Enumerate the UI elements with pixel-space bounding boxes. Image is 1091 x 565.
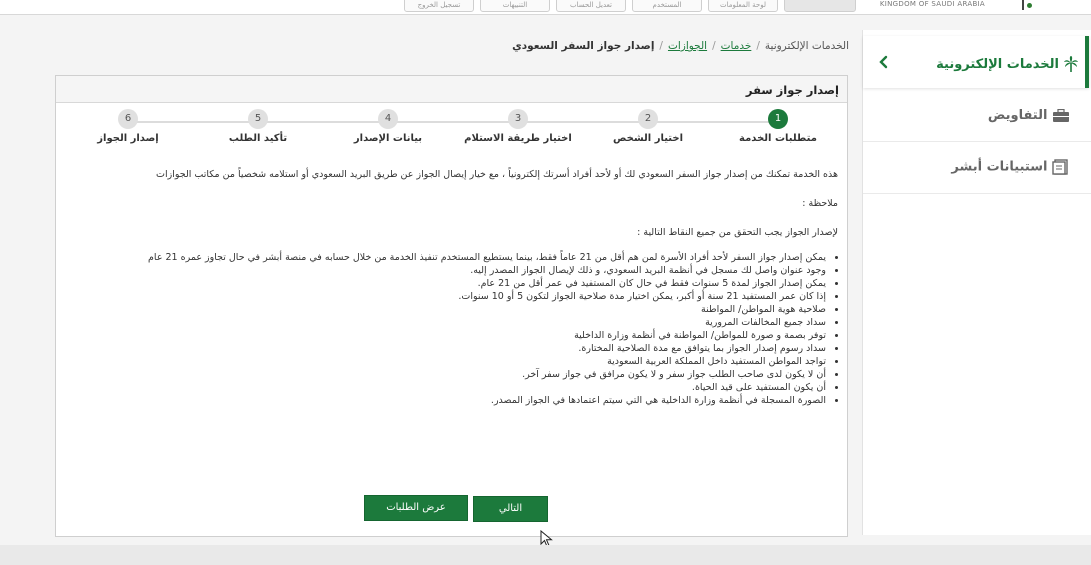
sidebar-title: الخدمات الإلكترونية [936,57,1059,72]
step-label: اختيار طريقة الاستلام [464,133,572,144]
note-label: ملاحظة : [802,198,838,209]
sidebar-item-delegations[interactable]: التفاويض [988,108,1074,128]
intro-text: هذه الخدمة تمكنك من إصدار جواز السفر الس… [156,169,838,180]
requirements-label: لإصدار الجواز يجب التحقق من جميع النقاط … [637,227,838,238]
list-item: سداد رسوم إصدار الجواز بما يتوافق مع مدة… [78,342,826,355]
sidebar: الخدمات الإلكترونية التفاويض استبيانات أ… [862,30,1091,535]
list-item: أن لا يكون لدى صاحب الطلب جواز سفر و لا … [78,368,826,381]
step-number: 4 [378,109,398,129]
notifications-button[interactable]: التنبيهات [480,0,550,12]
step-1: 1 متطلبات الخدمة [718,109,838,144]
step-number: 6 [118,109,138,129]
sidebar-divider [863,141,1091,142]
highlight-button[interactable] [784,0,856,12]
list-item: يمكن إصدار جواز السفر لأحد أفراد الأسرة … [78,251,826,264]
dashboard-button[interactable]: لوحة المعلومات [708,0,778,12]
sidebar-item-surveys[interactable]: استبيانات أبشر [951,159,1074,179]
service-panel: إصدار جواز سفر 1 متطلبات الخدمة 2 اختيار… [55,75,848,537]
step-label: اختيار الشخص [613,133,683,144]
list-item: سداد جميع المخالفات المرورية [78,316,826,329]
list-item: تواجد المواطن المستفيد داخل المملكة العر… [78,355,826,368]
list-item: الصورة المسجلة في أنظمة وزارة الداخلية ه… [78,394,826,407]
top-bar: تسجيل الخروج التنبيهات تعديل الحساب المس… [0,0,1091,15]
briefcase-icon [1053,108,1069,122]
sidebar-item-eservices[interactable]: الخدمات الإلكترونية [863,36,1089,88]
breadcrumb-item-services[interactable]: خدمات [721,40,752,52]
breadcrumb-separator: / [712,40,716,52]
sidebar-divider [863,193,1091,194]
list-item: إذا كان عمر المستفيد 21 سنة أو أكبر، يمك… [78,290,826,303]
sidebar-item-label: التفاويض [987,108,1048,123]
step-number: 3 [508,109,528,129]
list-item: أن يكون المستفيد على قيد الحياة. [78,381,826,394]
step-label: متطلبات الخدمة [739,133,817,144]
palm-logo-icon [1064,56,1078,72]
edit-account-button[interactable]: تعديل الحساب [556,0,626,12]
logout-button[interactable]: تسجيل الخروج [404,0,474,12]
next-button[interactable]: التالي [473,496,548,522]
list-item: صلاحية هوية المواطن/ المواطنة [78,303,826,316]
survey-icon [1052,159,1068,175]
step-2: 2 اختيار الشخص [588,109,708,144]
list-item: وجود عنوان واصل لك مسجل في أنظمة البريد … [78,264,826,277]
step-label: إصدار الجواز [97,133,159,144]
step-6: 6 إصدار الجواز [68,109,188,144]
requirements-list: يمكن إصدار جواز السفر لأحد أفراد الأسرة … [78,251,838,407]
step-4: 4 بيانات الإصدار [328,109,448,144]
step-label: بيانات الإصدار [353,133,423,144]
step-number: 2 [638,109,658,129]
step-number: 5 [248,109,268,129]
header-divider [1022,0,1024,10]
stepper: 1 متطلبات الخدمة 2 اختيار الشخص 3 اختيار… [68,109,838,154]
breadcrumb-item-passports[interactable]: الجوازات [668,40,707,52]
breadcrumb-separator: / [756,40,760,52]
kingdom-text: KINGDOM OF SAUDI ARABIA [879,0,985,8]
logo-dot-icon [1027,3,1032,8]
step-5: 5 تأكيد الطلب [198,109,318,144]
step-number: 1 [768,109,788,129]
step-3: 3 اختيار طريقة الاستلام [458,109,578,144]
breadcrumb-item-eservices[interactable]: الخدمات الإلكترونية [765,40,849,52]
service-description: هذه الخدمة تمكنك من إصدار جواز السفر الس… [78,168,838,407]
panel-title: إصدار جواز سفر [745,83,839,97]
sidebar-item-label: استبيانات أبشر [951,159,1048,175]
user-button[interactable]: المستخدم [632,0,702,12]
list-item: يمكن إصدار الجواز لمدة 5 سنوات فقط في حا… [78,277,826,290]
bottom-bar [0,545,1091,565]
step-label: تأكيد الطلب [228,133,288,144]
breadcrumb: الخدمات الإلكترونية / خدمات / الجوازات / إصدار… [512,40,849,52]
view-requests-button[interactable]: عرض الطلبات [364,495,468,521]
breadcrumb-current: إصدار جواز السفر السعودي [512,40,655,52]
list-item: توفر بصمة و صورة للمواطن/ المواطنة في أن… [78,329,826,342]
panel-header: إصدار جواز سفر [56,76,847,103]
chevron-left-icon[interactable] [877,55,891,69]
breadcrumb-separator: / [659,40,663,52]
